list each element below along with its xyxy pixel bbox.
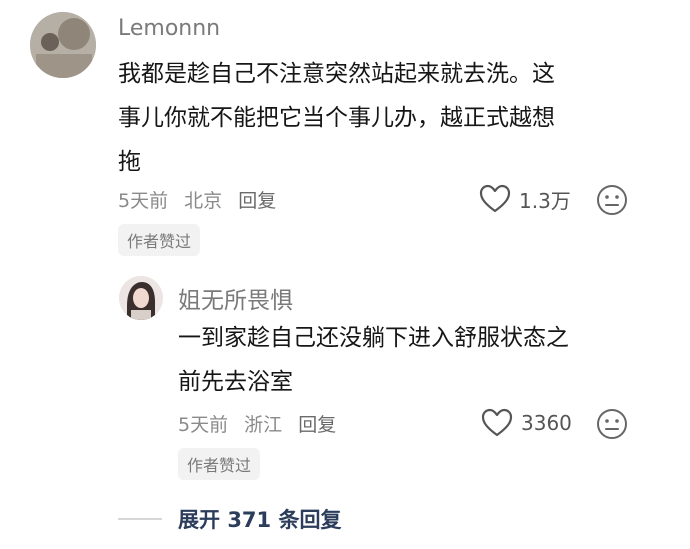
comment-like-button[interactable]: 1.3万 — [479, 184, 571, 214]
neutral-face-icon[interactable] — [596, 184, 628, 220]
comment-time: 5天前 — [118, 190, 169, 212]
comment-username[interactable]: Lemonnn — [118, 16, 220, 41]
reply-text: 一到家趁自己还没躺下进入舒服状态之 前先去浴室 — [178, 316, 569, 404]
reply-meta: 5天前 浙江 回复 — [178, 410, 346, 437]
reply-text-line: 一到家趁自己还没躺下进入舒服状态之 — [178, 325, 569, 351]
expand-count: 371 — [227, 508, 272, 532]
reply-like-button[interactable]: 3360 — [481, 408, 572, 438]
reply-location: 浙江 — [244, 414, 283, 436]
avatar[interactable] — [119, 276, 163, 320]
avatar[interactable] — [30, 12, 96, 78]
expand-prefix: 展开 — [178, 508, 220, 532]
comment-location: 北京 — [184, 190, 223, 212]
reply-username[interactable]: 姐无所畏惧 — [178, 281, 293, 315]
reply-text-line: 前先去浴室 — [178, 369, 293, 395]
comment-text-line: 我都是趁自己不注意突然站起来就去洗。这 — [118, 61, 555, 87]
comment-meta: 5天前 北京 回复 — [118, 186, 286, 213]
neutral-face-icon[interactable] — [596, 408, 628, 444]
heart-outline-icon — [479, 184, 511, 213]
comment-like-count: 1.3万 — [519, 188, 571, 213]
author-liked-badge: 作者赞过 — [178, 448, 261, 480]
reply-like-count: 3360 — [521, 411, 572, 435]
comment-text: 我都是趁自己不注意突然站起来就去洗。这 事儿你就不能把它当个事儿办，越正式越想 … — [118, 52, 555, 184]
comment-text-line: 拖 — [118, 149, 141, 175]
heart-outline-icon — [481, 408, 513, 437]
expand-suffix: 条回复 — [278, 508, 342, 532]
divider-line — [118, 518, 162, 520]
reply-reply-button[interactable]: 回复 — [298, 414, 336, 436]
comment-text-line: 事儿你就不能把它当个事儿办，越正式越想 — [118, 105, 555, 131]
expand-replies-button[interactable]: 展开 371 条回复 — [178, 504, 341, 534]
reply-time: 5天前 — [178, 414, 229, 436]
comment-reply-button[interactable]: 回复 — [238, 190, 276, 212]
author-liked-badge: 作者赞过 — [118, 224, 201, 256]
